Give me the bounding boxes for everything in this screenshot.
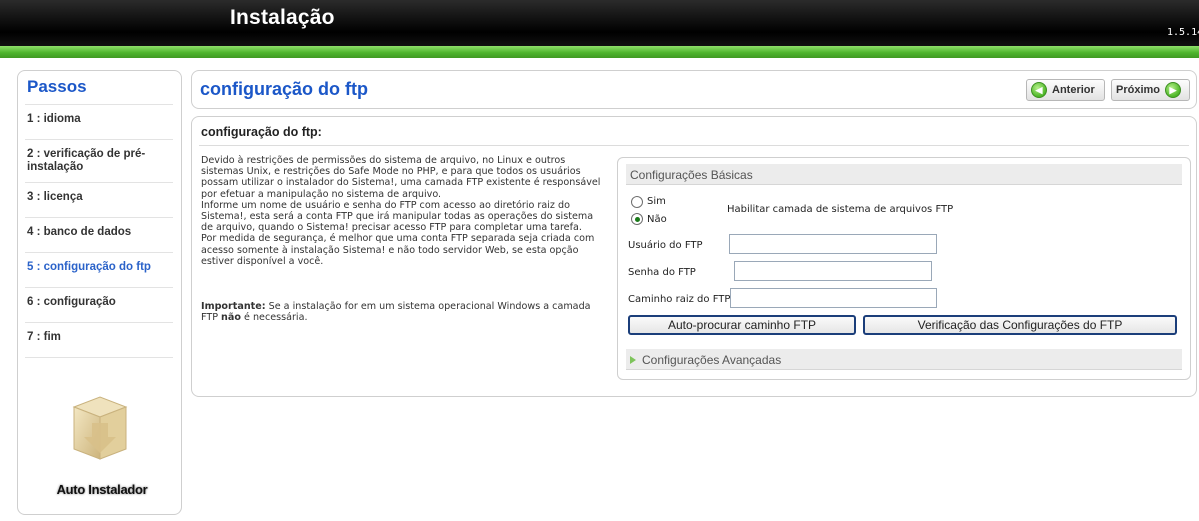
- radio-yes-label: Sim: [647, 196, 666, 207]
- step-license[interactable]: 3 : licença: [25, 182, 173, 217]
- step-idioma[interactable]: 1 : idioma: [25, 104, 173, 139]
- radio-no[interactable]: [631, 213, 643, 225]
- divider: [199, 145, 1189, 146]
- advanced-settings-label: Configurações Avançadas: [642, 353, 782, 367]
- content-panel: configuração do ftp: Devido à restrições…: [191, 116, 1197, 397]
- ftp-root-label: Caminho raiz do FTP: [628, 294, 731, 305]
- important-note: Importante: Se a instalação for em um si…: [201, 301, 601, 323]
- expand-arrow-icon: [630, 356, 636, 364]
- section-heading: configuração do ftp:: [201, 125, 322, 139]
- previous-label: Anterior: [1052, 84, 1095, 96]
- radio-no-label: Não: [647, 214, 667, 225]
- description-paragraph: Informe um nome de usuário e senha do FT…: [201, 199, 594, 234]
- page-title: configuração do ftp: [200, 79, 368, 99]
- description-paragraph: Devido à restrições de permissões do sis…: [201, 155, 601, 200]
- step-pre-installation-check[interactable]: 2 : verificação de pré-instalação: [25, 139, 173, 182]
- installer-logo-label: Auto Instalador: [56, 482, 148, 497]
- arrow-left-icon: ◀: [1031, 82, 1047, 98]
- top-header: Instalação 1.5.14: [0, 0, 1199, 46]
- verify-ftp-settings-button[interactable]: Verificação das Configurações do FTP: [863, 315, 1177, 335]
- app-title: Instalação: [230, 6, 335, 29]
- steps-title: Passos: [27, 77, 87, 96]
- page-header: configuração do ftp ◀ Anterior Próximo ▶: [191, 70, 1197, 109]
- header-accent-bar: [0, 46, 1199, 58]
- step-ftp-config[interactable]: 5 : configuração do ftp: [25, 252, 173, 287]
- installer-box-icon: [66, 393, 134, 463]
- version-label: 1.5.14: [1167, 27, 1199, 38]
- ftp-password-input[interactable]: [734, 261, 932, 281]
- previous-button[interactable]: ◀ Anterior: [1026, 79, 1105, 101]
- important-end: é necessária.: [240, 312, 308, 324]
- advanced-settings-toggle[interactable]: Configurações Avançadas: [626, 349, 1182, 370]
- ftp-user-label: Usuário do FTP: [628, 240, 703, 251]
- steps-list: 1 : idioma 2 : verificação de pré-instal…: [25, 104, 173, 358]
- steps-sidebar: Passos 1 : idioma 2 : verificação de pré…: [17, 70, 182, 515]
- arrow-right-icon: ▶: [1165, 82, 1182, 98]
- ftp-root-input[interactable]: [730, 288, 937, 308]
- radio-yes[interactable]: [631, 196, 643, 208]
- description-paragraph: Por medida de segurança, é melhor que um…: [201, 233, 595, 267]
- step-finish[interactable]: 7 : fim: [25, 322, 173, 358]
- step-database[interactable]: 4 : banco de dados: [25, 217, 173, 252]
- ftp-settings-box: Configurações Básicas Sim Não Habilitar …: [617, 157, 1191, 380]
- next-label: Próximo: [1116, 84, 1161, 96]
- next-button[interactable]: Próximo ▶: [1111, 79, 1190, 101]
- ftp-description: Devido à restrições de permissões do sis…: [201, 155, 601, 267]
- ftp-user-input[interactable]: [729, 234, 937, 254]
- ftp-password-label: Senha do FTP: [628, 267, 696, 278]
- important-bold: não: [221, 312, 241, 324]
- important-label: Importante:: [201, 301, 266, 312]
- step-configuration[interactable]: 6 : configuração: [25, 287, 173, 322]
- basic-settings-header: Configurações Básicas: [626, 164, 1182, 185]
- autofind-ftp-path-button[interactable]: Auto-procurar caminho FTP: [628, 315, 856, 335]
- enable-ftp-label: Habilitar camada de sistema de arquivos …: [727, 204, 954, 215]
